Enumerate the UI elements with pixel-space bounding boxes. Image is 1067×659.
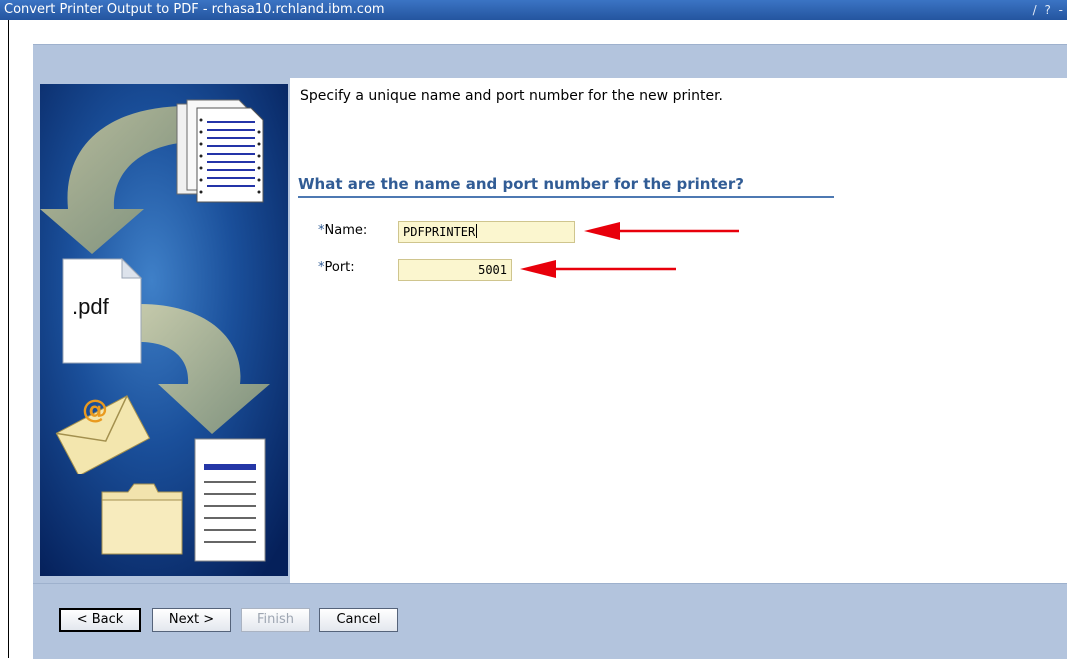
window-left-border: [8, 20, 9, 658]
next-button[interactable]: Next >: [152, 608, 231, 632]
wizard-header-band: [33, 44, 1067, 79]
pdf-file-icon: .pdf: [62, 258, 142, 364]
cancel-button[interactable]: Cancel: [319, 608, 398, 632]
name-input[interactable]: PDFPRINTER: [398, 221, 575, 243]
port-input-value: 5001: [478, 263, 507, 277]
section-heading: What are the name and port number for th…: [298, 175, 834, 198]
text-cursor: [476, 224, 478, 238]
annotation-arrow-name: [584, 222, 739, 240]
document-stack-icon: [176, 99, 264, 203]
name-input-value: PDFPRINTER: [403, 225, 476, 239]
finish-button[interactable]: Finish: [241, 608, 310, 632]
email-envelope-icon: @: [55, 395, 151, 474]
pdf-file-label: .pdf: [72, 294, 109, 319]
wizard-instruction-text: Specify a unique name and port number fo…: [300, 88, 724, 104]
folder-icon: [101, 483, 183, 555]
name-field-label: *Name:: [318, 223, 367, 238]
annotation-arrow-port: [520, 260, 676, 278]
port-input[interactable]: 5001: [398, 259, 512, 281]
wizard-content-panel: [290, 78, 1067, 583]
name-label-text: Name:: [324, 223, 368, 238]
wizard-side-illustration: .pdf @: [40, 84, 288, 576]
svg-text:@: @: [82, 395, 108, 425]
window-titlebar: Convert Printer Output to PDF - rchasa10…: [0, 0, 1067, 20]
port-label-text: Port:: [324, 260, 355, 275]
text-document-icon: [194, 438, 266, 562]
window-controls[interactable]: / ? -: [1033, 0, 1065, 20]
back-button[interactable]: < Back: [59, 608, 141, 632]
port-field-label: *Port:: [318, 260, 355, 275]
window-title: Convert Printer Output to PDF - rchasa10…: [4, 2, 385, 17]
